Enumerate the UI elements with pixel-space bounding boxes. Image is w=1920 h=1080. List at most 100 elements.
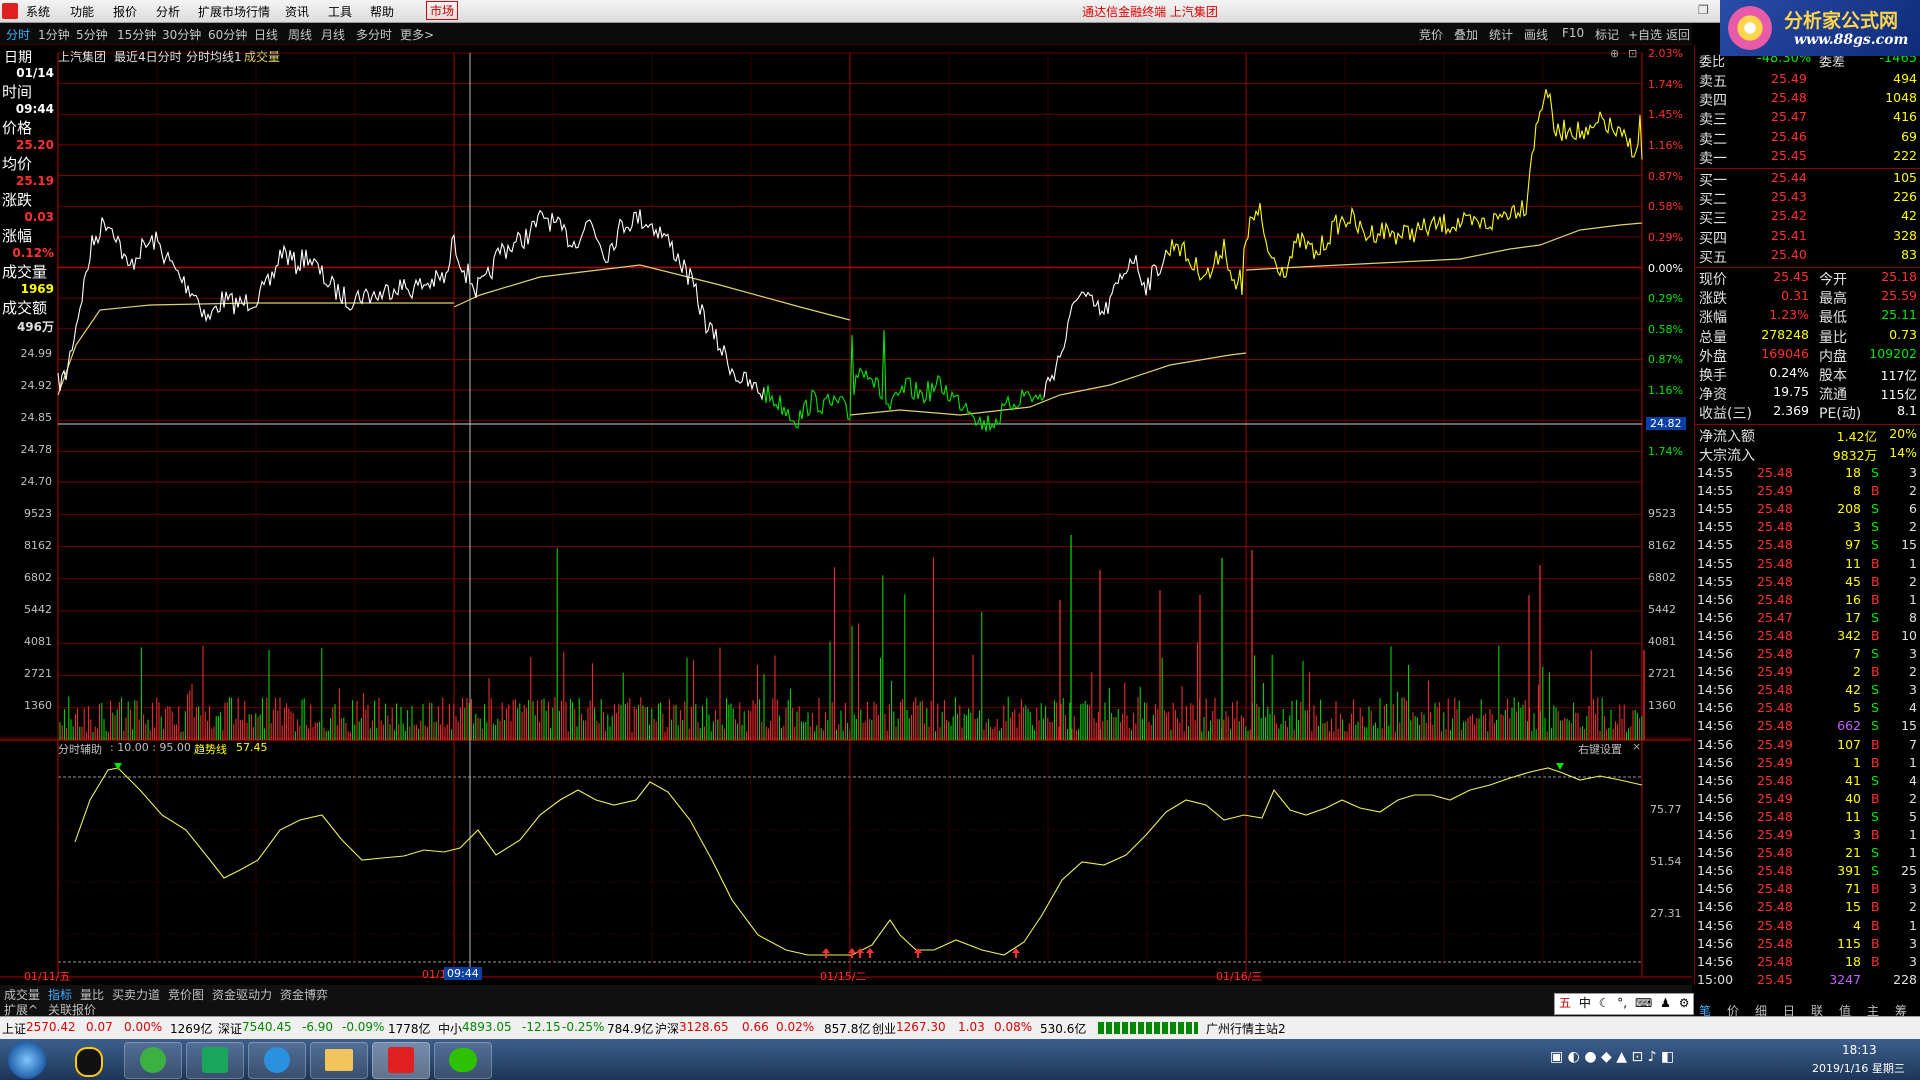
quote-label: 内盘 xyxy=(1819,348,1847,365)
tick-cell: 10 xyxy=(1901,627,1917,643)
flow-value: 1.42亿 xyxy=(1836,428,1877,444)
tick-cell: 25.49 xyxy=(1757,483,1793,499)
tick-row: 14:55 25.49 8 B 2 xyxy=(1695,483,1920,501)
btn-auction[interactable]: 竞价 xyxy=(1419,26,1443,43)
tick-cell: 3 xyxy=(1853,519,1861,535)
bird-app-icon[interactable] xyxy=(248,1042,306,1079)
intraday-chart[interactable]: 日期 上汽集团 最近4日分时 分时均线1 成交量 ⊕ ⊡ 01/14 时间 09… xyxy=(0,45,1692,985)
ime-icon[interactable]: 中 xyxy=(1579,996,1591,1010)
menu-item-system[interactable]: 系统 xyxy=(26,3,50,20)
tab-daily[interactable]: 日线 xyxy=(254,26,278,43)
btn-f10[interactable]: F10 xyxy=(1562,26,1584,40)
tick-cell: S xyxy=(1871,700,1879,716)
tick-cell: 25.49 xyxy=(1757,827,1793,842)
tray-icons[interactable]: ▣ ◐ ● ◆ ▲ ⊡ ♪ ◧ xyxy=(1550,1049,1674,1065)
tick-cell: 2 xyxy=(1909,790,1917,806)
row-price: 25.41 xyxy=(1771,227,1807,243)
menu-item-analysis[interactable]: 分析 xyxy=(156,3,180,20)
menu-item-function[interactable]: 功能 xyxy=(70,3,94,20)
close-icon[interactable]: × xyxy=(1632,740,1641,753)
row-label: 买五 xyxy=(1699,249,1727,266)
app-green-icon[interactable] xyxy=(186,1042,244,1079)
trend-indicator-line xyxy=(74,767,1643,956)
chart-canvas[interactable] xyxy=(0,45,1692,985)
vol-tick-right: 2721 xyxy=(1648,667,1676,680)
settings-icon[interactable]: ⊕ xyxy=(1610,47,1619,60)
flow-value: 14% xyxy=(1889,444,1917,460)
quote-value: 25.45 xyxy=(1773,269,1809,284)
tab-60min[interactable]: 60分钟 xyxy=(208,26,247,43)
cy-amount: 530.6亿 xyxy=(1040,1022,1087,1036)
tab-weekly[interactable]: 周线 xyxy=(288,26,312,43)
folder-icon[interactable] xyxy=(310,1042,368,1079)
ime-toolbar[interactable]: 五 中 ☾ °, ⌨ ♟ ⚙ xyxy=(1554,993,1694,1015)
tab-more[interactable]: 更多> xyxy=(400,26,434,43)
cursor-time-marker: 09:44 xyxy=(444,967,482,980)
menu-item-market[interactable]: 市场 xyxy=(426,1,459,20)
ime-icon[interactable]: ♟ xyxy=(1660,996,1671,1010)
tick-cell: 3 xyxy=(1909,953,1917,969)
tab-monthly[interactable]: 月线 xyxy=(321,26,345,43)
tick-cell: 25.48 xyxy=(1757,646,1793,661)
tick-cell: 25.48 xyxy=(1757,573,1793,589)
vol-tick-left: 6802 xyxy=(24,571,52,584)
cy-label: 创业 xyxy=(872,1022,897,1036)
vol-tick-left: 8162 xyxy=(24,539,52,552)
menu-item-news[interactable]: 资讯 xyxy=(285,3,309,20)
ime-icon[interactable]: ☾ xyxy=(1599,996,1610,1010)
ind-tick: 27.31 xyxy=(1650,907,1682,920)
menu-item-quote[interactable]: 报价 xyxy=(113,3,137,20)
zoom-icon[interactable]: ⊡ xyxy=(1628,47,1637,60)
browser-icon[interactable] xyxy=(124,1042,182,1079)
tick-cell: 2 xyxy=(1853,664,1861,680)
tab-1min[interactable]: 1分钟 xyxy=(38,26,70,43)
btn-mark[interactable]: 标记 xyxy=(1595,26,1619,43)
keyboard-icon[interactable]: ⌨ xyxy=(1635,996,1652,1010)
tick-row: 14:56 25.49 3 B 1 xyxy=(1695,827,1920,845)
avg-label: 均价 xyxy=(2,155,33,173)
vol-tick-right: 4081 xyxy=(1648,635,1676,648)
btn-back[interactable]: 返回 xyxy=(1666,26,1692,43)
tick-cell: 2 xyxy=(1909,519,1917,535)
tab-15min[interactable]: 15分钟 xyxy=(117,26,156,43)
ime-icon[interactable]: 五 xyxy=(1559,996,1571,1010)
x-date-label: 01/15/二 xyxy=(820,970,867,983)
settings-icon[interactable]: ⚙ xyxy=(1679,996,1690,1010)
menu-item-tools[interactable]: 工具 xyxy=(328,3,352,20)
btn-add-watchlist[interactable]: +自选 xyxy=(1628,26,1662,43)
menu-item-help[interactable]: 帮助 xyxy=(370,3,394,20)
tick-cell: 391 xyxy=(1837,863,1861,879)
price-line-segment xyxy=(763,329,1045,432)
quote-label: 流通 xyxy=(1819,387,1847,404)
tick-cell: 14:56 xyxy=(1697,682,1734,698)
tab-multi-intraday[interactable]: 多分时 xyxy=(356,26,392,43)
btn-stats[interactable]: 统计 xyxy=(1489,26,1513,43)
tick-cell: S xyxy=(1871,646,1879,661)
qq-icon[interactable] xyxy=(60,1042,118,1079)
tick-cell: 25.48 xyxy=(1757,772,1793,788)
wechat-icon[interactable] xyxy=(434,1042,492,1079)
tick-cell: 2 xyxy=(1909,573,1917,589)
x-date-label: 01/11/五 xyxy=(24,970,71,983)
quote-label: 股本 xyxy=(1819,368,1847,384)
menu-item-ext-market[interactable]: 扩展市场行情 xyxy=(198,3,270,20)
server-name[interactable]: 广州行情主站2 xyxy=(1206,1020,1286,1037)
ime-icon[interactable]: °, xyxy=(1617,996,1627,1010)
btn-overlay[interactable]: 叠加 xyxy=(1454,26,1478,43)
quote-panel: 委比 -48.30% 委差 -1465 卖五 25.49 494 卖四 25.48 104… xyxy=(1694,45,1920,1018)
tick-cell: 25.48 xyxy=(1757,808,1793,824)
tdx-app-icon[interactable] xyxy=(372,1042,430,1079)
restore-icon[interactable]: ❐ xyxy=(1698,3,1709,17)
y-tick-left: 24.99 xyxy=(20,347,53,360)
start-button-icon[interactable] xyxy=(8,1041,46,1079)
tab-intraday[interactable]: 分时 xyxy=(6,26,30,43)
quote-label: PE(动) xyxy=(1819,406,1862,423)
tab-30min[interactable]: 30分钟 xyxy=(162,26,201,43)
tick-cell: 71 xyxy=(1845,881,1861,897)
zx-label: 中小 xyxy=(438,1022,463,1036)
tab-5min[interactable]: 5分钟 xyxy=(76,26,108,43)
btn-draw[interactable]: 画线 xyxy=(1524,26,1548,43)
tick-row: 14:56 25.48 42 S 3 xyxy=(1695,682,1920,700)
tick-cell: 25.48 xyxy=(1757,682,1793,698)
indicator-settings[interactable]: 右键设置 xyxy=(1578,741,1622,757)
